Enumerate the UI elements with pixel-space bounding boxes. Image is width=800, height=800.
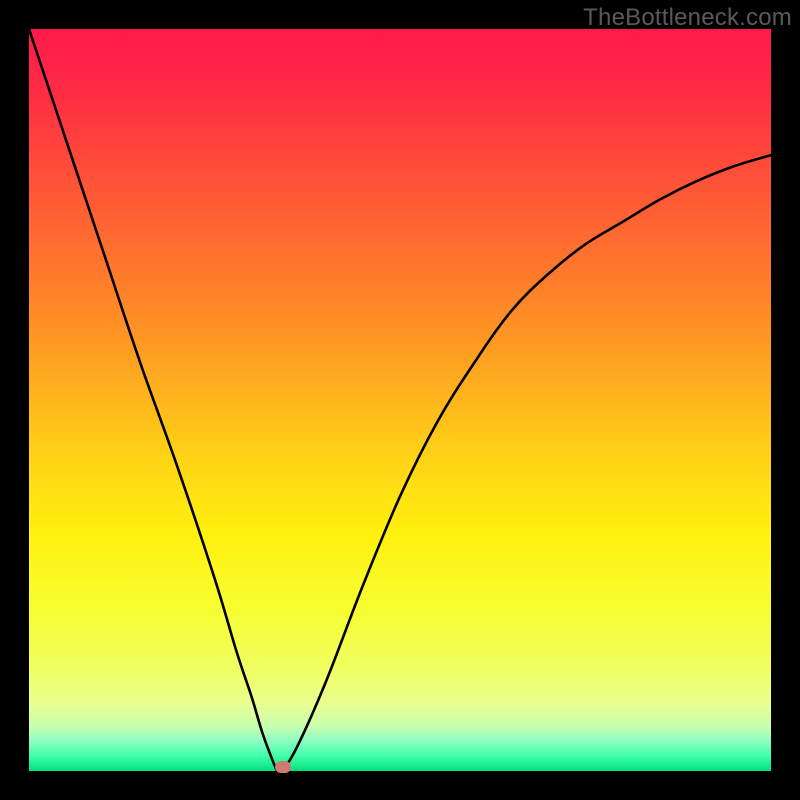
optimum-marker (275, 761, 291, 773)
chart-frame: TheBottleneck.com (0, 0, 800, 800)
bottleneck-curve (29, 29, 771, 773)
curve-svg (29, 29, 771, 771)
plot-area (29, 29, 771, 771)
watermark-label: TheBottleneck.com (583, 4, 792, 32)
